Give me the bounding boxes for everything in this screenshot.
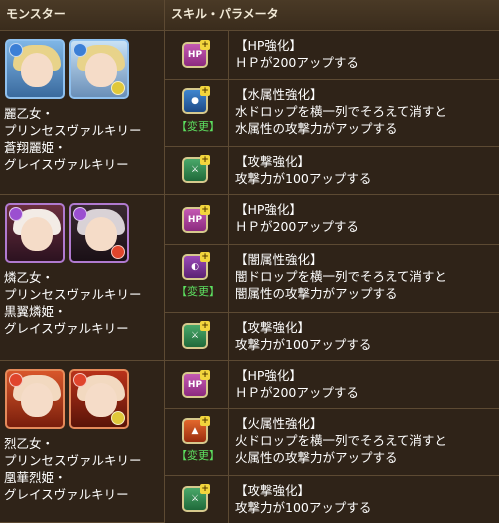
water-attribute-icon: [73, 43, 87, 57]
monster-portrait[interactable]: [5, 369, 65, 429]
monster-name: プリンセスヴァルキリー: [4, 453, 142, 468]
skill-text: 【火属性強化】 火ドロップを横一列でそろえて消すと 火属性の攻撃力がアップする: [235, 415, 447, 466]
skill-text: 【HP強化】 ＨＰが200アップする: [235, 201, 359, 235]
skill-title: 【攻撃強化】: [235, 483, 311, 498]
skill-text: 【HP強化】 ＨＰが200アップする: [235, 37, 359, 71]
skill-desc: 水ドロップを横一列でそろえて消すと: [235, 104, 447, 119]
skill-title: 【攻撃強化】: [235, 320, 311, 335]
monster-names: 麗乙女・ プリンセスヴァルキリー 蒼翔麗姫・ グレイスヴァルキリー: [4, 105, 164, 173]
skill-title: 【水属性強化】: [235, 87, 323, 102]
skill-desc: ＨＰが200アップする: [235, 219, 359, 234]
changed-label: 【変更】: [176, 449, 220, 462]
hp-up-icon: HP +: [182, 40, 210, 68]
skill-title: 【攻撃強化】: [235, 154, 311, 169]
skill-row: ⚔ + 【攻撃強化】 攻撃力が100アップする: [165, 147, 499, 195]
skill-row: ⚔ + 【攻撃強化】 攻撃力が100アップする: [165, 313, 499, 361]
monster-name: 烈乙女・: [4, 436, 55, 451]
light-attribute-icon: [111, 411, 125, 425]
skill-icon-cell: ◐ + 【変更】: [165, 245, 229, 312]
monster-name: グレイスヴァルキリー: [4, 321, 129, 336]
monster-name: グレイスヴァルキリー: [4, 487, 129, 502]
monster-name: 黒翼燐姫・: [4, 304, 67, 319]
skill-title: 【火属性強化】: [235, 416, 323, 431]
water-attr-up-icon: ● +: [182, 86, 210, 114]
skill-desc: 攻撃力が100アップする: [235, 171, 372, 186]
skill-row: ◐ + 【変更】 【闇属性強化】 闇ドロップを横一列でそろえて消すと 闇属性の攻撃…: [165, 245, 499, 313]
attack-up-icon: ⚔ +: [182, 321, 210, 349]
skill-text: 【攻撃強化】 攻撃力が100アップする: [235, 482, 371, 516]
skill-icon-cell: ⚔ +: [165, 476, 229, 523]
monster-name: プリンセスヴァルキリー: [4, 123, 142, 138]
fire-attribute-icon: [111, 245, 125, 259]
skill-desc: 水属性の攻撃力がアップする: [235, 121, 398, 136]
dark-attr-up-icon: ◐ +: [182, 252, 210, 280]
skill-desc: ＨＰが200アップする: [235, 55, 359, 70]
skill-icon-cell: ⚔ +: [165, 313, 229, 360]
skill-desc: 火属性の攻撃力がアップする: [235, 450, 398, 465]
skill-desc: 攻撃力が100アップする: [235, 337, 372, 352]
changed-label: 【変更】: [176, 285, 220, 298]
skill-row: ⚔ + 【攻撃強化】 攻撃力が100アップする: [165, 476, 499, 523]
monster-portrait[interactable]: [69, 203, 129, 263]
monster-name: グレイスヴァルキリー: [4, 157, 129, 172]
monster-names: 烈乙女・ プリンセスヴァルキリー 凰華烈姫・ グレイスヴァルキリー: [4, 435, 164, 503]
monster-name: プリンセスヴァルキリー: [4, 287, 142, 302]
monster-name: 麗乙女・: [4, 106, 55, 121]
skill-text: 【攻撃強化】 攻撃力が100アップする: [235, 319, 371, 353]
fire-attribute-icon: [9, 373, 23, 387]
changed-label: 【変更】: [176, 120, 220, 133]
skill-icon-cell: HP +: [165, 195, 229, 244]
monster-cell: 燐乙女・ プリンセスヴァルキリー 黒翼燐姫・ グレイスヴァルキリー: [0, 195, 165, 361]
attack-up-icon: ⚔ +: [182, 484, 210, 512]
skill-desc: 闇属性の攻撃力がアップする: [235, 286, 398, 301]
skill-row: ▲ + 【変更】 【火属性強化】 火ドロップを横一列でそろえて消すと 火属性の攻撃…: [165, 409, 499, 476]
skill-icon-cell: ● + 【変更】: [165, 80, 229, 146]
water-attribute-icon: [9, 43, 23, 57]
skill-icon-cell: ▲ + 【変更】: [165, 409, 229, 475]
skill-icon-cell: HP +: [165, 31, 229, 79]
skill-title: 【HP強化】: [235, 368, 302, 383]
skill-title: 【HP強化】: [235, 38, 302, 53]
monster-portrait[interactable]: [5, 203, 65, 263]
skill-desc: 火ドロップを横一列でそろえて消すと: [235, 433, 447, 448]
table-header: モンスター スキル・パラメータ: [0, 0, 499, 31]
skill-row: HP + 【HP強化】 ＨＰが200アップする: [165, 195, 499, 245]
monster-name: 蒼翔麗姫・: [4, 140, 67, 155]
skill-desc: ＨＰが200アップする: [235, 385, 359, 400]
hp-up-icon: HP +: [182, 205, 210, 233]
attack-up-icon: ⚔ +: [182, 155, 210, 183]
dark-attribute-icon: [73, 207, 87, 221]
skill-text: 【HP強化】 ＨＰが200アップする: [235, 367, 359, 401]
skill-desc: 攻撃力が100アップする: [235, 500, 372, 515]
monster-name: 燐乙女・: [4, 270, 55, 285]
monster-portrait[interactable]: [69, 369, 129, 429]
hp-up-icon: HP +: [182, 370, 210, 398]
light-attribute-icon: [111, 81, 125, 95]
skill-icon-cell: ⚔ +: [165, 147, 229, 194]
skill-row: HP + 【HP強化】 ＨＰが200アップする: [165, 31, 499, 80]
dark-attribute-icon: [9, 207, 23, 221]
awakening-skill-table: モンスター スキル・パラメータ 麗乙女・ プリンセスヴァルキリー 蒼翔麗姫・ グ…: [0, 0, 499, 523]
monster-portrait[interactable]: [5, 39, 65, 99]
skill-text: 【闇属性強化】 闇ドロップを横一列でそろえて消すと 闇属性の攻撃力がアップする: [235, 251, 447, 302]
monster-cell: 烈乙女・ プリンセスヴァルキリー 凰華烈姫・ グレイスヴァルキリー: [0, 361, 165, 523]
header-skill-parameter: スキル・パラメータ: [171, 7, 279, 21]
monster-names: 燐乙女・ プリンセスヴァルキリー 黒翼燐姫・ グレイスヴァルキリー: [4, 269, 164, 337]
fire-attribute-icon: [73, 373, 87, 387]
skill-row: ● + 【変更】 【水属性強化】 水ドロップを横一列でそろえて消すと 水属性の攻撃…: [165, 80, 499, 147]
fire-attr-up-icon: ▲ +: [182, 416, 210, 444]
skill-desc: 闇ドロップを横一列でそろえて消すと: [235, 269, 447, 284]
skill-title: 【闇属性強化】: [235, 252, 323, 267]
monster-portrait[interactable]: [69, 39, 129, 99]
skill-row: HP + 【HP強化】 ＨＰが200アップする: [165, 361, 499, 409]
monster-cell: 麗乙女・ プリンセスヴァルキリー 蒼翔麗姫・ グレイスヴァルキリー: [0, 31, 165, 195]
monster-name: 凰華烈姫・: [4, 470, 67, 485]
header-monster: モンスター: [0, 0, 165, 30]
skill-text: 【水属性強化】 水ドロップを横一列でそろえて消すと 水属性の攻撃力がアップする: [235, 86, 447, 137]
skill-title: 【HP強化】: [235, 202, 302, 217]
skill-text: 【攻撃強化】 攻撃力が100アップする: [235, 153, 371, 187]
skill-icon-cell: HP +: [165, 361, 229, 408]
